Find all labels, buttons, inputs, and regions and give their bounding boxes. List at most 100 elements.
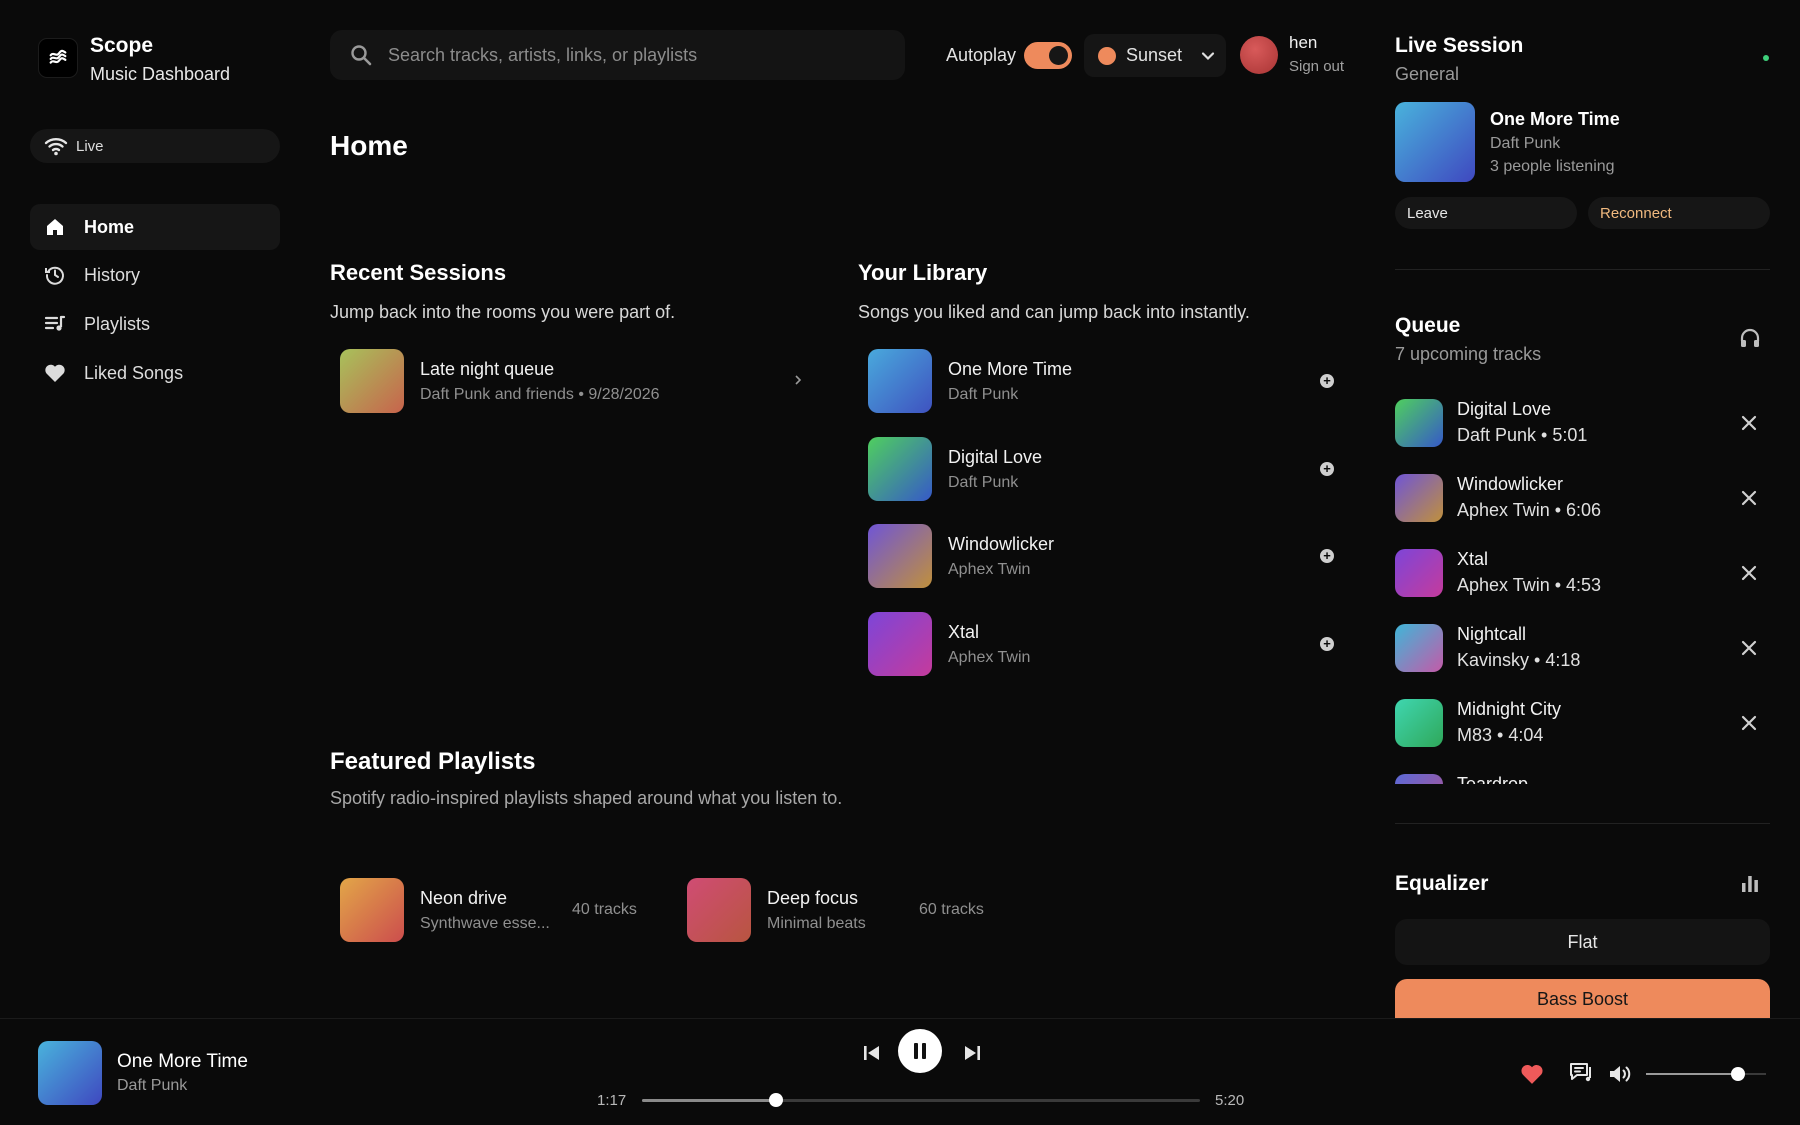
lyrics-icon[interactable]	[1568, 1061, 1594, 1085]
session-track-artist: Daft Punk	[1490, 135, 1561, 152]
previous-track-button[interactable]	[862, 1043, 882, 1063]
autoplay-toggle[interactable]	[1024, 42, 1072, 69]
eq-preset-flat[interactable]: Flat	[1395, 919, 1770, 965]
sign-out-link[interactable]: Sign out	[1289, 58, 1344, 75]
pause-icon	[914, 1043, 926, 1059]
close-icon	[1741, 565, 1757, 581]
progress-handle[interactable]	[768, 1093, 783, 1107]
theme-select[interactable]: Sunset	[1084, 34, 1226, 77]
queue-artwork	[1395, 399, 1443, 447]
queue-track-title: Xtal	[1457, 549, 1489, 569]
leave-session-button[interactable]: Leave	[1395, 197, 1577, 229]
remove-from-queue-button[interactable]	[1737, 486, 1761, 510]
now-playing-artist: Daft Punk	[117, 1077, 188, 1094]
remove-from-queue-button[interactable]	[1737, 411, 1761, 435]
live-session-channel: General	[1395, 64, 1460, 84]
wifi-icon	[44, 138, 68, 156]
session-title: Late night queue	[420, 359, 555, 379]
queue-item[interactable]: Teardrop	[1395, 770, 1770, 784]
add-to-queue-icon[interactable]: +	[1320, 374, 1334, 388]
queue-item[interactable]: Nightcall Kavinsky • 4:18	[1395, 620, 1770, 676]
volume-icon[interactable]	[1608, 1063, 1632, 1085]
queue-track-meta: Kavinsky • 4:18	[1457, 650, 1581, 670]
remove-from-queue-button[interactable]	[1737, 636, 1761, 660]
page-title: Home	[330, 130, 408, 161]
close-icon	[1741, 490, 1757, 506]
queue-track-title: Windowlicker	[1457, 474, 1564, 494]
playlist-track-count: 40 tracks	[572, 901, 637, 918]
add-to-queue-icon[interactable]: +	[1320, 637, 1334, 651]
playlist-description: Minimal beats	[767, 915, 866, 932]
playlist-card[interactable]: Deep focus Minimal beats 60 tracks	[677, 868, 1007, 950]
live-status-pill: Live	[30, 129, 280, 163]
playlist-icon	[44, 313, 66, 335]
sidebar-item-playlists[interactable]: Playlists	[30, 301, 280, 347]
queue-item[interactable]: Xtal Aphex Twin • 4:53	[1395, 545, 1770, 601]
track-artist: Daft Punk	[948, 386, 1019, 403]
queue-item[interactable]: Windowlicker Aphex Twin • 6:06	[1395, 470, 1770, 526]
next-track-button[interactable]	[962, 1043, 982, 1063]
playlist-card[interactable]: Neon drive Synthwave esse... 40 tracks	[330, 868, 660, 950]
sidebar-item-label: Home	[84, 216, 135, 237]
volume-handle[interactable]	[1731, 1067, 1746, 1081]
progress-bar[interactable]	[642, 1093, 1200, 1107]
track-title: Windowlicker	[948, 534, 1055, 554]
panel-divider	[1395, 269, 1770, 270]
like-heart-icon[interactable]	[1520, 1063, 1544, 1085]
queue-track-meta: Daft Punk • 5:01	[1457, 425, 1588, 445]
avatar[interactable]	[1240, 36, 1278, 74]
live-status-label: Live	[76, 137, 104, 155]
session-track-title: One More Time	[1490, 109, 1620, 129]
close-icon	[1741, 415, 1757, 431]
track-artist: Daft Punk	[948, 474, 1019, 491]
search-bar[interactable]	[330, 30, 905, 80]
queue-track-meta: Aphex Twin • 6:06	[1457, 500, 1602, 520]
sidebar-item-liked-songs[interactable]: Liked Songs	[30, 350, 280, 396]
play-pause-button[interactable]	[898, 1029, 942, 1073]
eq-preset-bass-boost[interactable]: Bass Boost	[1395, 979, 1770, 1019]
search-input[interactable]	[388, 44, 868, 66]
sidebar-item-home[interactable]: Home	[30, 204, 280, 250]
sidebar-item-label: Liked Songs	[84, 362, 184, 383]
queue-track-title: Digital Love	[1457, 399, 1552, 419]
library-item[interactable]: Windowlicker Aphex Twin +	[858, 515, 1338, 595]
library-item[interactable]: One More Time Daft Punk +	[858, 340, 1338, 420]
playlist-title: Neon drive	[420, 888, 508, 908]
queue-artwork	[1395, 549, 1443, 597]
reconnect-button[interactable]: Reconnect	[1588, 197, 1770, 229]
duration-time: 5:20	[1215, 1092, 1245, 1109]
playlist-title: Deep focus	[767, 888, 859, 908]
queue-list[interactable]: Digital Love Daft Punk • 5:01 Windowlick…	[1395, 392, 1770, 784]
queue-subtitle: 7 upcoming tracks	[1395, 344, 1542, 364]
app-logo	[38, 38, 78, 78]
brand-subtitle: Music Dashboard	[90, 64, 231, 84]
panel-divider	[1395, 823, 1770, 824]
remove-from-queue-button[interactable]	[1737, 711, 1761, 735]
add-to-queue-icon[interactable]: +	[1320, 462, 1334, 476]
library-item[interactable]: Digital Love Daft Punk +	[858, 428, 1338, 508]
playlist-description: Synthwave esse...	[420, 915, 550, 932]
track-title: Digital Love	[948, 447, 1043, 467]
sidebar-item-history[interactable]: History	[30, 252, 280, 298]
search-icon	[351, 45, 372, 66]
sidebar-item-label: History	[84, 264, 141, 285]
chevron-down-icon	[1201, 51, 1215, 60]
list-item[interactable]: Late night queue Daft Punk and friends •…	[330, 340, 810, 420]
player-bar: One More Time Daft Punk 1:17 5:20	[0, 1018, 1800, 1125]
library-item[interactable]: Xtal Aphex Twin +	[858, 603, 1338, 683]
heart-icon	[44, 362, 66, 384]
queue-track-meta: Aphex Twin • 4:53	[1457, 575, 1602, 595]
playlist-track-count: 60 tracks	[919, 901, 984, 918]
theme-select-value: Sunset	[1126, 45, 1183, 65]
featured-playlists-subtitle: Spotify radio-inspired playlists shaped …	[330, 788, 843, 808]
track-artwork	[868, 437, 932, 501]
queue-item[interactable]: Digital Love Daft Punk • 5:01	[1395, 395, 1770, 451]
brand-title: Scope	[90, 34, 154, 57]
volume-slider[interactable]	[1646, 1067, 1766, 1081]
queue-item[interactable]: Midnight City M83 • 4:04	[1395, 695, 1770, 751]
recent-sessions-subtitle: Jump back into the rooms you were part o…	[330, 302, 676, 322]
headphones-icon[interactable]	[1738, 326, 1762, 350]
add-to-queue-icon[interactable]: +	[1320, 549, 1334, 563]
library-subtitle: Songs you liked and can jump back into i…	[858, 302, 1250, 322]
remove-from-queue-button[interactable]	[1737, 561, 1761, 585]
